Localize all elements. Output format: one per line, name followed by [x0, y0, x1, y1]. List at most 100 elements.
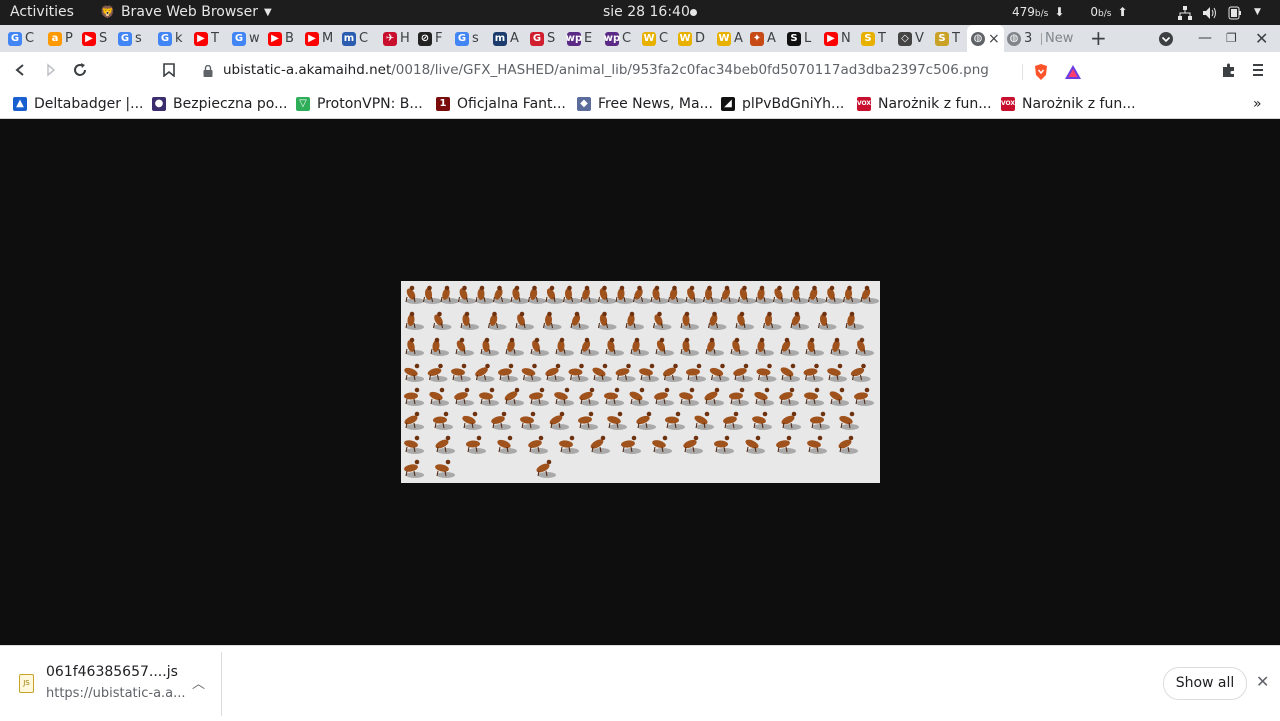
address-bar[interactable]: ubistatic-a.akamaihd.net/0018/live/GFX_H… [190, 57, 1090, 85]
tab-active[interactable]: ◍ × [967, 25, 1004, 52]
tab-favicon-icon: m [342, 31, 356, 46]
url-host: ubistatic-a.akamaihd.net [223, 62, 392, 78]
clock[interactable]: sie 28 16:40 [603, 0, 690, 25]
tab[interactable]: mA [493, 25, 520, 52]
close-window-icon[interactable]: ✕ [1255, 25, 1268, 52]
activities-button[interactable]: Activities [10, 0, 74, 25]
brave-lion-icon: 🦁 [100, 5, 115, 19]
tab-label: H [400, 31, 410, 46]
extensions-puzzle-icon[interactable] [1221, 52, 1237, 89]
menu-icon[interactable] [1252, 52, 1264, 89]
tab[interactable]: ST [935, 25, 962, 52]
tab-label: New [1045, 31, 1074, 46]
sprite-sheet-image[interactable] [401, 281, 880, 483]
tab-new-tab-page[interactable]: New [1045, 25, 1073, 52]
bookmark-item[interactable]: ◆ Free News, Ma... [577, 89, 713, 118]
deer-sprites-graphic [404, 285, 879, 478]
tab[interactable]: Gs [118, 25, 145, 52]
chevron-down-icon: ▼ [263, 7, 272, 18]
bookmark-item[interactable]: ● Bezpieczna po... [152, 89, 287, 118]
tab-favicon-icon: m [493, 31, 507, 46]
app-menu[interactable]: 🦁 Brave Web Browser ▼ [100, 0, 272, 25]
tab-label: P [65, 31, 73, 46]
bookmark-item[interactable]: VOX Narożnik z fun... [1001, 89, 1136, 118]
tab[interactable]: ⊘ F [418, 25, 445, 52]
brave-shields-icon[interactable] [1033, 63, 1049, 81]
tab[interactable]: GC [8, 25, 35, 52]
download-speed: 479 [1012, 5, 1035, 19]
tab-favicon-icon: G [8, 31, 22, 46]
tab-favicon-icon: G [158, 31, 172, 46]
bookmark-icon[interactable] [163, 52, 175, 89]
back-icon[interactable] [13, 52, 27, 89]
tab[interactable]: ST [861, 25, 888, 52]
tab[interactable]: wp C [604, 25, 632, 52]
tab-favicon-icon: ✈ [383, 31, 397, 46]
bookmark-item[interactable]: ◢ plPvBdGniYh... [721, 89, 844, 118]
tab-label: S [99, 31, 108, 46]
tab[interactable]: ▶ B [268, 25, 295, 52]
tab-strip: ◍ × ◍ 3 New + — ❐ ✕ G Ca P ▶ S Gs Gk ▶ T Gw ▶ B ▶ Mm C… [0, 25, 1280, 52]
minimize-icon[interactable]: — [1198, 25, 1212, 52]
tab[interactable]: GS [530, 25, 557, 52]
system-tray[interactable]: ▼ [1178, 0, 1261, 25]
tab-search-icon[interactable] [1158, 25, 1174, 52]
bookmarks-overflow-icon[interactable]: » [1253, 89, 1262, 118]
tab-favicon-icon: ▶ [305, 31, 319, 46]
tab[interactable]: mC [342, 25, 369, 52]
bookmark-favicon-icon: VOX [857, 96, 871, 111]
tab-label: k [175, 31, 183, 46]
system-top-bar: Activities 🦁 Brave Web Browser ▼ sie 28 … [0, 0, 1280, 25]
show-all-button[interactable]: Show all [1163, 667, 1247, 700]
upload-speed-unit: b/s [1098, 9, 1112, 19]
tab-favicon-icon: G [455, 31, 469, 46]
tab[interactable]: Gk [158, 25, 185, 52]
new-tab-plus-icon[interactable]: + [1090, 25, 1107, 52]
tab-favicon-icon: G [530, 31, 544, 46]
bookmark-item[interactable]: VOX Narożnik z fun... [857, 89, 992, 118]
tab[interactable]: ✦ A [750, 25, 777, 52]
tab[interactable]: Gw [232, 25, 259, 52]
tab[interactable]: WD [678, 25, 705, 52]
tab[interactable]: ▶ M [305, 25, 332, 52]
tab-label: 3 [1024, 31, 1033, 46]
arrow-up-icon: ⬆ [1117, 5, 1128, 19]
tab-favicon-icon: S [787, 31, 801, 46]
tab[interactable]: ◍ 3 [1007, 25, 1032, 52]
navigation-bar: ubistatic-a.akamaihd.net/0018/live/GFX_H… [0, 52, 1280, 89]
close-download-shelf-icon[interactable]: ✕ [1256, 672, 1269, 691]
globe-icon: ◍ [1007, 31, 1021, 46]
download-filename: 061f46385657....js [46, 664, 178, 680]
bookmark-item[interactable]: 1 Oficjalna Fant... [436, 89, 566, 118]
tab-label: T [952, 31, 960, 46]
tab[interactable]: aP [48, 25, 75, 52]
tab[interactable]: ◇ V [898, 25, 925, 52]
bookmark-favicon-icon: ◆ [577, 96, 591, 111]
tab[interactable]: WA [717, 25, 744, 52]
tab[interactable]: SL [787, 25, 814, 52]
network-speed-indicator[interactable]: 479b/s ⬇ 0b/s ⬆ [1012, 0, 1128, 25]
tab[interactable]: ▶ S [82, 25, 109, 52]
tab[interactable]: wp E [566, 25, 594, 52]
lock-icon[interactable] [203, 65, 213, 77]
restore-icon[interactable]: ❐ [1226, 25, 1237, 52]
url-text[interactable]: ubistatic-a.akamaihd.net/0018/live/GFX_H… [223, 62, 989, 78]
brave-rewards-icon[interactable] [1064, 64, 1082, 80]
tab[interactable]: WC [642, 25, 669, 52]
tab[interactable]: ▶ T [194, 25, 221, 52]
bookmark-item[interactable]: ▲ Deltabadger |... [13, 89, 143, 118]
tab-close-icon[interactable]: × [988, 31, 1000, 47]
tab-label: C [659, 31, 669, 46]
chevron-up-icon[interactable]: ︿ [192, 673, 205, 692]
tab[interactable]: ▶ N [824, 25, 851, 52]
bookmark-label: Narożnik z fun... [1022, 95, 1136, 112]
reload-icon[interactable] [72, 52, 88, 89]
forward-icon[interactable] [44, 52, 58, 89]
bookmark-label: ProtonVPN: B... [317, 95, 423, 112]
tab[interactable]: ✈ H [383, 25, 410, 52]
tab-label: L [804, 31, 812, 46]
bookmark-item[interactable]: ▽ ProtonVPN: B... [296, 89, 423, 118]
tab[interactable]: Gs [455, 25, 482, 52]
tab-label: C [622, 31, 632, 46]
tab-label: C [25, 31, 35, 46]
